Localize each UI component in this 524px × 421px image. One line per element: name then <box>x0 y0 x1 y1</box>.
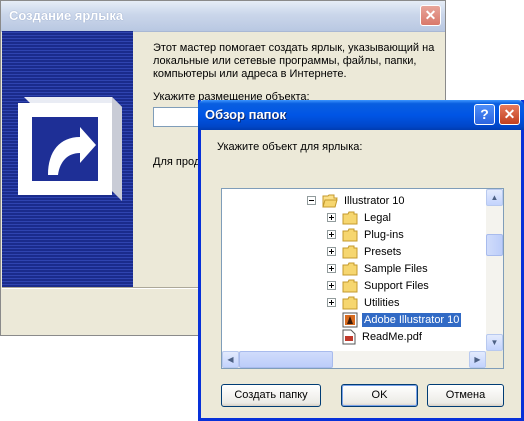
collapse-icon[interactable] <box>307 196 316 205</box>
open-folder-icon <box>322 194 338 208</box>
expand-icon[interactable] <box>327 264 336 273</box>
tree-item-label: Plug-ins <box>364 228 404 241</box>
folder-icon <box>342 262 358 276</box>
arrow-right-icon: ▶ <box>474 355 481 364</box>
tree-item[interactable]: Utilities <box>327 294 401 311</box>
expand-icon[interactable] <box>327 298 336 307</box>
folder-icon <box>342 228 358 242</box>
tree-item[interactable]: Illustrator 10 <box>307 192 407 209</box>
vertical-scrollbar[interactable]: ▲ ▼ <box>486 189 503 351</box>
tree-item-label: Adobe Illustrator 10 <box>362 312 462 327</box>
scroll-left-button[interactable]: ◀ <box>222 351 239 368</box>
browse-folders-titlebar[interactable]: Обзор папок ? ✕ <box>198 100 524 130</box>
wizard-banner <box>2 31 133 287</box>
folder-tree-items: Illustrator 10 Legal Plug-ins Presets Sample… <box>222 189 486 351</box>
tree-item-label: Sample Files <box>364 262 428 275</box>
dialog-title: Обзор папок <box>205 107 286 122</box>
scroll-down-button[interactable]: ▼ <box>486 334 503 351</box>
tree-item[interactable]: Adobe Illustrator 10 <box>327 311 462 328</box>
help-icon: ? <box>480 106 489 122</box>
new-folder-button[interactable]: Создать папку <box>221 384 321 407</box>
wizard-description: Этот мастер помогает создать ярлык, указ… <box>153 42 435 80</box>
expand-icon[interactable] <box>327 213 336 222</box>
ok-button[interactable]: OK <box>341 384 418 407</box>
tree-item-label: Support Files <box>364 279 429 292</box>
tree-item-label: Utilities <box>364 296 400 309</box>
help-button[interactable]: ? <box>474 104 495 125</box>
arrow-down-icon: ▼ <box>490 338 499 347</box>
dialog-instruction: Укажите объект для ярлыка: <box>217 141 363 153</box>
close-icon: ✕ <box>503 106 516 122</box>
expand-icon[interactable] <box>327 247 336 256</box>
tree-item[interactable]: Support Files <box>327 277 431 294</box>
scroll-up-button[interactable]: ▲ <box>486 189 503 206</box>
wizard-partial-text: Для прод <box>153 156 201 168</box>
pdf-file-icon <box>342 329 356 345</box>
horizontal-scroll-thumb[interactable] <box>239 351 333 368</box>
window-title: Создание ярлыка <box>9 8 124 23</box>
close-button[interactable]: ✕ <box>420 5 441 26</box>
tree-item[interactable]: Presets <box>327 243 403 260</box>
create-shortcut-titlebar[interactable]: Создание ярлыка ✕ <box>1 1 445 32</box>
tree-item[interactable]: Legal <box>327 209 393 226</box>
tree-item[interactable]: ReadMe.pdf <box>327 328 424 345</box>
browse-folders-dialog: Обзор папок ? ✕ Укажите объект для ярлык… <box>198 100 524 421</box>
folder-icon <box>342 245 358 259</box>
arrow-up-icon: ▲ <box>490 193 499 202</box>
folder-icon <box>342 279 358 293</box>
cancel-button[interactable]: Отмена <box>427 384 504 407</box>
horizontal-scrollbar[interactable]: ◀ ▶ <box>222 351 486 368</box>
tree-item-label: Presets <box>364 245 402 258</box>
shortcut-arrow-icon <box>18 97 122 201</box>
close-button[interactable]: ✕ <box>499 104 520 125</box>
arrow-left-icon: ◀ <box>227 355 234 364</box>
tree-item[interactable]: Sample Files <box>327 260 430 277</box>
folder-icon <box>342 211 358 225</box>
tree-item-label: ReadMe.pdf <box>362 330 422 343</box>
tree-item-label: Legal <box>364 211 391 224</box>
scrollbar-corner <box>486 351 503 368</box>
close-icon: ✕ <box>424 7 437 23</box>
tree-item[interactable]: Plug-ins <box>327 226 406 243</box>
application-icon <box>342 312 358 328</box>
tree-item-label: Illustrator 10 <box>344 194 405 207</box>
folder-tree[interactable]: Illustrator 10 Legal Plug-ins Presets Sample… <box>221 188 504 369</box>
expand-icon[interactable] <box>327 230 336 239</box>
scroll-right-button[interactable]: ▶ <box>469 351 486 368</box>
vertical-scroll-thumb[interactable] <box>486 234 503 256</box>
folder-icon <box>342 296 358 310</box>
expand-icon[interactable] <box>327 281 336 290</box>
